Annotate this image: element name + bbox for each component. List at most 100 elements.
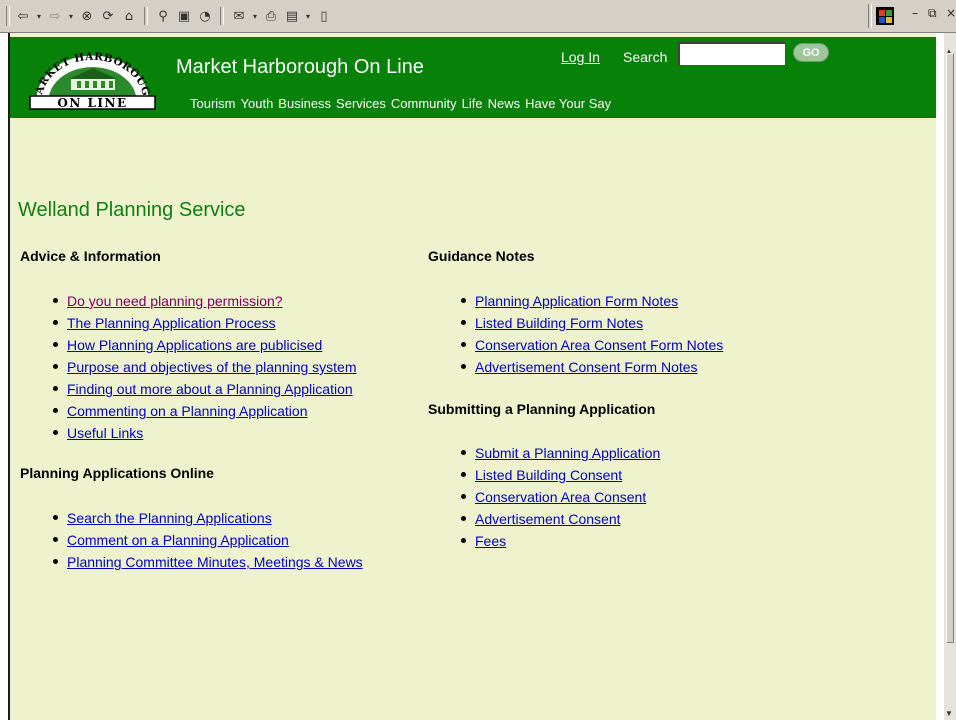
history-icon[interactable]: ◔ bbox=[196, 7, 214, 25]
link-listed-building-consent[interactable]: Listed Building Consent bbox=[475, 467, 622, 483]
list-item: Finding out more about a Planning Applic… bbox=[47, 378, 357, 400]
toolbar-separator bbox=[868, 4, 872, 28]
bullet-icon bbox=[461, 450, 466, 455]
stop-icon[interactable]: ⊗ bbox=[78, 7, 96, 25]
nav-item-news[interactable]: News bbox=[488, 96, 521, 111]
submit-links: Submit a Planning Application Listed Bui… bbox=[455, 442, 660, 552]
bullet-icon bbox=[53, 364, 58, 369]
nav-item-services[interactable]: Services bbox=[336, 96, 386, 111]
scroll-down-icon[interactable]: ▼ bbox=[945, 709, 953, 718]
list-item: The Planning Application Process bbox=[47, 312, 357, 334]
login-link[interactable]: Log In bbox=[561, 49, 600, 65]
link-planning-permission[interactable]: Do you need planning permission? bbox=[67, 293, 283, 309]
nav-item-life[interactable]: Life bbox=[462, 96, 483, 111]
bullet-icon bbox=[53, 342, 58, 347]
search-icon[interactable]: ⚲ bbox=[154, 7, 172, 25]
advice-links: Do you need planning permission? The Pla… bbox=[47, 290, 357, 444]
home-icon[interactable]: ⌂ bbox=[120, 7, 138, 25]
back-icon[interactable]: ⇦ bbox=[14, 7, 32, 25]
list-item: Search the Planning Applications bbox=[47, 507, 363, 529]
bullet-icon bbox=[461, 320, 466, 325]
nav-item-have-your-say[interactable]: Have Your Say bbox=[525, 96, 611, 111]
toolbar-separator bbox=[220, 7, 224, 25]
mail-dropdown-icon[interactable]: ▾ bbox=[251, 12, 259, 21]
link-submit-application[interactable]: Submit a Planning Application bbox=[475, 445, 660, 461]
link-comment-application[interactable]: Comment on a Planning Application bbox=[67, 532, 289, 548]
guidance-links: Planning Application Form Notes Listed B… bbox=[455, 290, 723, 378]
link-fees[interactable]: Fees bbox=[475, 533, 506, 549]
toolbar-separator bbox=[144, 7, 148, 25]
link-conservation-notes[interactable]: Conservation Area Consent Form Notes bbox=[475, 337, 723, 353]
link-commenting[interactable]: Commenting on a Planning Application bbox=[67, 403, 308, 419]
back-dropdown-icon[interactable]: ▾ bbox=[35, 12, 43, 21]
guidance-heading: Guidance Notes bbox=[428, 248, 535, 264]
list-item: Submit a Planning Application bbox=[455, 442, 660, 464]
link-conservation-consent[interactable]: Conservation Area Consent bbox=[475, 489, 646, 505]
list-item: Listed Building Form Notes bbox=[455, 312, 723, 334]
list-item: Purpose and objectives of the planning s… bbox=[47, 356, 357, 378]
windows-logo-icon bbox=[876, 7, 894, 25]
link-listed-building-notes[interactable]: Listed Building Form Notes bbox=[475, 315, 643, 331]
list-item: Planning Application Form Notes bbox=[455, 290, 723, 312]
bullet-icon bbox=[461, 472, 466, 477]
mail-icon[interactable]: ✉ bbox=[230, 7, 248, 25]
link-advertisement-notes[interactable]: Advertisement Consent Form Notes bbox=[475, 359, 698, 375]
bullet-icon bbox=[53, 386, 58, 391]
search-label: Search bbox=[623, 49, 668, 65]
restore-icon[interactable]: ⧉ bbox=[928, 6, 937, 21]
browser-toolbar: ⇦ ▾ ⇨ ▾ ⊗ ⟳ ⌂ ⚲ ▣ ◔ ✉ ▾ ⎙ ▤ ▾ ▯ – ⧉ × bbox=[0, 0, 956, 33]
link-useful-links[interactable]: Useful Links bbox=[67, 425, 143, 441]
favorites-icon[interactable]: ▣ bbox=[175, 7, 193, 25]
list-item: Planning Committee Minutes, Meetings & N… bbox=[47, 551, 363, 573]
nav-item-tourism[interactable]: Tourism bbox=[190, 96, 236, 111]
link-application-process[interactable]: The Planning Application Process bbox=[67, 315, 276, 331]
list-item: Conservation Area Consent bbox=[455, 486, 660, 508]
edit-dropdown-icon[interactable]: ▾ bbox=[304, 12, 312, 21]
bullet-icon bbox=[461, 342, 466, 347]
print-icon[interactable]: ⎙ bbox=[262, 7, 280, 25]
link-committee-minutes[interactable]: Planning Committee Minutes, Meetings & N… bbox=[67, 554, 363, 570]
bullet-icon bbox=[53, 298, 58, 303]
link-advertisement-consent[interactable]: Advertisement Consent bbox=[475, 511, 621, 527]
site-title: Market Harborough On Line bbox=[176, 56, 424, 78]
bullet-icon bbox=[461, 364, 466, 369]
nav-item-community[interactable]: Community bbox=[391, 96, 457, 111]
online-heading: Planning Applications Online bbox=[20, 465, 214, 481]
bullet-icon bbox=[53, 430, 58, 435]
bullet-icon bbox=[53, 515, 58, 520]
forward-icon[interactable]: ⇨ bbox=[46, 7, 64, 25]
search-input[interactable] bbox=[678, 42, 785, 65]
bullet-icon bbox=[461, 538, 466, 543]
list-item: Do you need planning permission? bbox=[47, 290, 357, 312]
advice-heading: Advice & Information bbox=[20, 248, 161, 264]
bullet-icon bbox=[53, 320, 58, 325]
site-header: MARKET HARBOROUGH ON LINE Market Harboro… bbox=[10, 37, 936, 118]
forward-dropdown-icon[interactable]: ▾ bbox=[67, 12, 75, 21]
link-finding-out-more[interactable]: Finding out more about a Planning Applic… bbox=[67, 381, 353, 397]
bullet-icon bbox=[461, 298, 466, 303]
link-application-form-notes[interactable]: Planning Application Form Notes bbox=[475, 293, 678, 309]
bullet-icon bbox=[53, 559, 58, 564]
viewport-gap bbox=[936, 33, 944, 720]
nav-item-youth[interactable]: Youth bbox=[241, 96, 274, 111]
list-item: Fees bbox=[455, 530, 660, 552]
link-publicised[interactable]: How Planning Applications are publicised bbox=[67, 337, 322, 353]
bullet-icon bbox=[461, 516, 466, 521]
online-links: Search the Planning Applications Comment… bbox=[47, 507, 363, 573]
list-item: How Planning Applications are publicised bbox=[47, 334, 357, 356]
toolbar-grip[interactable] bbox=[6, 6, 10, 26]
close-icon[interactable]: × bbox=[946, 6, 956, 20]
list-item: Comment on a Planning Application bbox=[47, 529, 363, 551]
go-button[interactable]: GO bbox=[793, 43, 829, 62]
vertical-scrollbar[interactable]: ▲ ▼ bbox=[944, 33, 956, 720]
site-logo[interactable]: MARKET HARBOROUGH ON LINE bbox=[27, 46, 158, 110]
minimize-icon[interactable]: – bbox=[912, 6, 918, 20]
link-purpose-objectives[interactable]: Purpose and objectives of the planning s… bbox=[67, 359, 357, 375]
nav-item-business[interactable]: Business bbox=[278, 96, 331, 111]
discuss-icon[interactable]: ▯ bbox=[315, 7, 333, 25]
refresh-icon[interactable]: ⟳ bbox=[99, 7, 117, 25]
main-nav: Tourism Youth Business Services Communit… bbox=[190, 96, 611, 111]
scrollbar-thumb[interactable] bbox=[946, 53, 954, 643]
link-search-applications[interactable]: Search the Planning Applications bbox=[67, 510, 272, 526]
edit-icon[interactable]: ▤ bbox=[283, 7, 301, 25]
